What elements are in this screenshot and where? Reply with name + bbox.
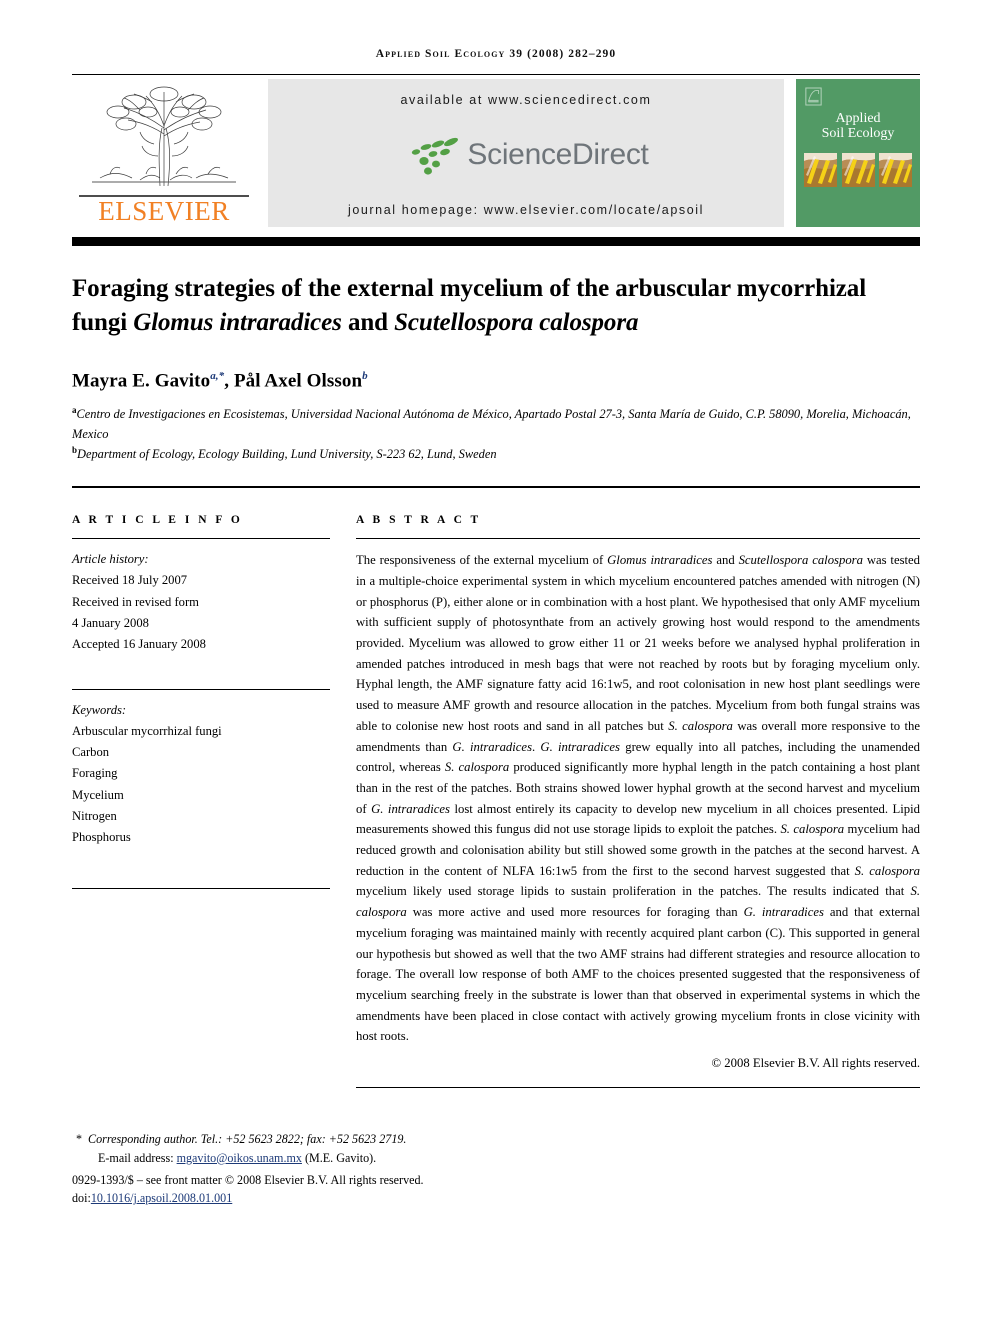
- available-at-text: available at www.sciencedirect.com: [400, 93, 652, 107]
- affiliation-list: aCentro de Investigaciones en Ecosistema…: [72, 404, 920, 464]
- sciencedirect-banner[interactable]: available at www.sciencedirect.com Scien…: [268, 79, 784, 227]
- affiliation-item: aCentro de Investigaciones en Ecosistema…: [72, 404, 920, 444]
- sciencedirect-logo[interactable]: ScienceDirect: [403, 135, 649, 175]
- column-gap: [330, 514, 356, 1088]
- running-head: Applied Soil Ecology 39 (2008) 282–290: [375, 48, 617, 60]
- keyword-item: Carbon: [72, 745, 110, 760]
- keyword-item: Mycelium: [72, 787, 124, 802]
- abstract-copyright: © 2008 Elsevier B.V. All rights reserved…: [711, 1056, 921, 1071]
- affiliation-text: Centro de Investigaciones en Ecosistemas…: [72, 407, 911, 441]
- page-title: Foraging strategies of the external myce…: [72, 275, 867, 336]
- article-history-item: Received in revised form: [72, 594, 199, 609]
- article-history-item: Accepted 16 January 2008: [72, 636, 206, 651]
- sciencedirect-leaf-dots-icon: [412, 137, 459, 175]
- email-attribution: (M.E. Gavito).: [304, 1150, 377, 1165]
- email-label: E-mail address:: [98, 1150, 174, 1165]
- corresponding-author-note: * Corresponding author. Tel.: +52 5623 28…: [72, 1130, 632, 1149]
- affiliation-text: Department of Ecology, Ecology Building,…: [77, 447, 497, 462]
- elsevier-logo[interactable]: ELSEVIER: [72, 79, 256, 227]
- page-content: Applied Soil Ecology 39 (2008) 282–290 E…: [72, 0, 920, 1208]
- keyword-item: Arbuscular mycorrhizal fungi: [72, 724, 222, 739]
- article-history-label: Article history:: [72, 552, 149, 567]
- doi-link[interactable]: 10.1016/j.apsoil.2008.01.001: [91, 1191, 232, 1205]
- article-history-item: 4 January 2008: [72, 615, 149, 630]
- masthead-bottom-bar: [72, 237, 920, 246]
- info-abstract-columns: A R T I C L E I N F O Article history: R…: [72, 514, 921, 1089]
- elsevier-tree-icon: [92, 86, 236, 187]
- cover-artwork: [804, 153, 912, 187]
- abstract-column: A B S T R A C T The responsiveness of th…: [356, 514, 921, 1089]
- abstract-bottom-rule: [356, 1087, 920, 1089]
- article-history-item: Received 18 July 2007: [72, 573, 188, 588]
- keywords-list: Keywords: Arbuscular mycorrhizal fungi C…: [72, 690, 330, 848]
- issn-front-matter-line: 0929-1393/$ – see front matter © 2008 El…: [72, 1172, 424, 1187]
- article-first-page: Applied Soil Ecology 39 (2008) 282–290 E…: [0, 0, 992, 1323]
- abstract-text: The responsiveness of the external mycel…: [356, 553, 921, 1044]
- footnote-block: * Corresponding author. Tel.: +52 5623 28…: [72, 1130, 632, 1208]
- keywords-label: Keywords:: [72, 703, 127, 718]
- elsevier-mark-icon: [805, 87, 822, 106]
- affiliation-item: bDepartment of Ecology, Ecology Building…: [72, 444, 920, 464]
- cover-title: Applied Soil Ecology: [796, 111, 920, 141]
- article-info-bottom-rule: [72, 888, 330, 890]
- soil-profile-icon: [804, 153, 837, 187]
- journal-cover-thumbnail[interactable]: Applied Soil Ecology: [796, 79, 920, 227]
- keyword-item: Foraging: [72, 766, 118, 781]
- elsevier-wordmark: ELSEVIER: [98, 196, 230, 226]
- keyword-item: Nitrogen: [72, 808, 117, 823]
- soil-profile-icon: [879, 153, 912, 187]
- section-divider-rule: [72, 486, 920, 489]
- journal-homepage-text[interactable]: journal homepage: www.elsevier.com/locat…: [348, 203, 704, 217]
- doi-prefix: doi:: [72, 1191, 91, 1206]
- masthead: ELSEVIER available at www.sciencedirect.…: [72, 79, 920, 227]
- cover-title-line1: Applied: [835, 111, 881, 126]
- article-history: Article history: Received 18 July 2007 R…: [72, 539, 330, 655]
- cover-title-line2: Soil Ecology: [821, 126, 895, 142]
- article-info-heading: A R T I C L E I N F O: [72, 514, 243, 527]
- article-info-column: A R T I C L E I N F O Article history: R…: [72, 514, 330, 1088]
- email-link[interactable]: mgavito@oikos.unam.mx: [177, 1151, 302, 1165]
- sciencedirect-wordmark: ScienceDirect: [467, 138, 649, 171]
- soil-profile-icon: [841, 153, 875, 187]
- running-head-rule: [72, 74, 920, 75]
- abstract-heading: A B S T R A C T: [356, 514, 482, 527]
- doi-line: doi:10.1016/j.apsoil.2008.01.001: [72, 1189, 632, 1208]
- keyword-item: Phosphorus: [72, 829, 131, 844]
- corresponding-author-marker: *: [76, 1132, 83, 1147]
- corresponding-author-text: Corresponding author. Tel.: +52 5623 282…: [88, 1132, 407, 1147]
- author-list: Mayra E. Gavitoa,*, Pål Axel Olssonb: [72, 370, 368, 392]
- email-note: E-mail address: mgavito@oikos.unam.mx (M…: [72, 1149, 632, 1168]
